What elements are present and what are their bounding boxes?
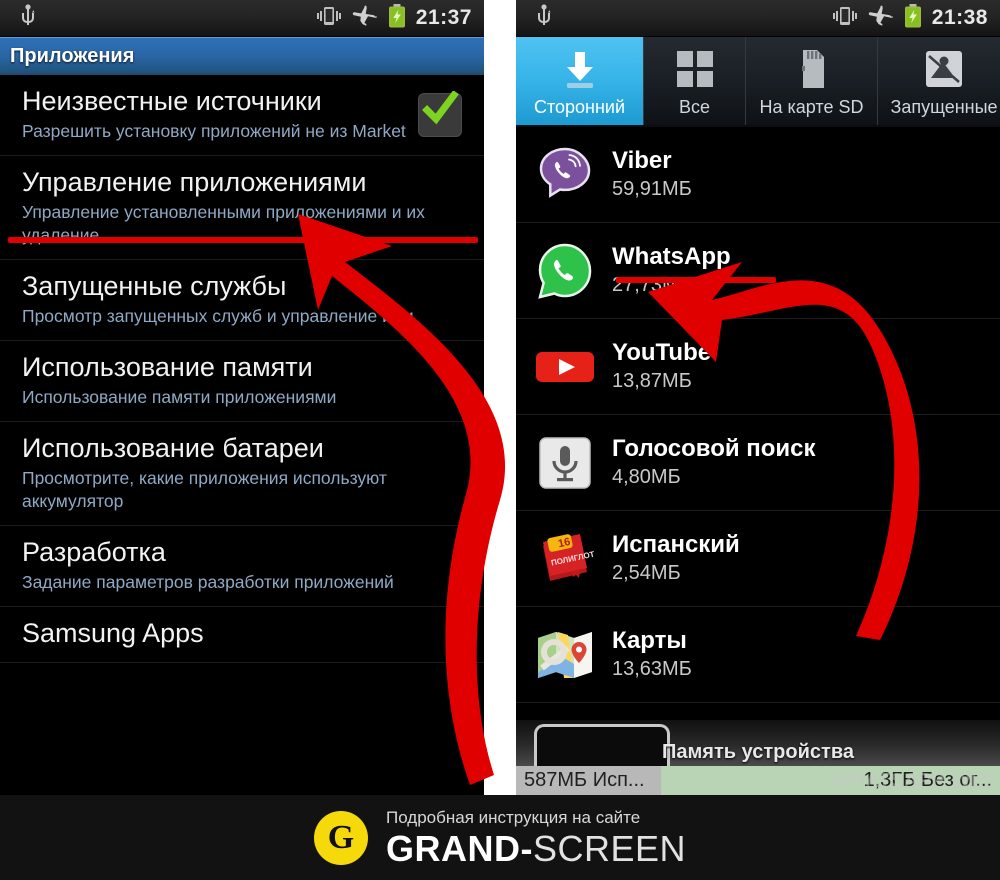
settings-list: Неизвестные источники Разрешить установк… (0, 75, 484, 663)
app-size: 4,80МБ (612, 466, 681, 488)
memory-used-segment: 587МБ Исп... (516, 766, 662, 795)
tab-downloaded[interactable]: Сторонний (516, 37, 644, 125)
battery-charging-icon (904, 3, 922, 33)
settings-row-subtitle: Использование памяти приложениями (22, 387, 337, 407)
banner-tagline: Подробная инструкция на сайте (385, 807, 641, 827)
app-name: Viber (612, 147, 672, 174)
microphone-icon (534, 432, 596, 494)
installed-apps-list: Viber 59,91МБ WhatsApp 27,73МБ YouTube 1… (516, 127, 1000, 703)
usb-icon (18, 3, 38, 33)
app-name: Карты (612, 627, 687, 654)
svg-text:16: 16 (557, 535, 571, 549)
settings-row-title: Использование памяти (22, 352, 313, 382)
app-size: 59,91МБ (612, 178, 692, 200)
right-status-bar: 21:38 (516, 0, 1000, 37)
app-size: 13,87МБ (612, 370, 692, 392)
tab-label: Сторонний (533, 97, 626, 117)
vibrate-icon (832, 5, 858, 32)
tab-all[interactable]: Все (644, 37, 746, 125)
app-name: Голосовой поиск (612, 435, 816, 462)
memory-label: Память устройства (662, 741, 854, 763)
watermark-text: WHATSAPP-WEB.RU (832, 770, 1000, 792)
app-size: 2,54МБ (612, 562, 681, 584)
airplane-mode-icon (868, 5, 894, 32)
page-title: Приложения (10, 44, 135, 67)
right-phone-screen: 21:38 Сторонний Все На карте SD Запущенн… (516, 0, 1000, 795)
usb-icon (534, 3, 554, 33)
status-bar-clock: 21:37 (415, 6, 472, 29)
banner-brand-bold: GRAND- (385, 827, 533, 869)
settings-row-samsung-apps[interactable]: Samsung Apps (0, 607, 484, 663)
settings-row-title: Запущенные службы (22, 271, 287, 301)
tab-label: Запущенные (890, 97, 998, 117)
airplane-mode-icon (352, 5, 378, 32)
app-filter-tabs: Сторонний Все На карте SD Запущенные (516, 37, 1000, 127)
settings-row-battery-usage[interactable]: Использование батареи Просмотрите, какие… (0, 422, 484, 526)
settings-row-title: Samsung Apps (22, 618, 204, 648)
settings-row-title: Управление приложениями (22, 167, 367, 197)
running-apps-icon (923, 45, 965, 93)
memory-used-label: 587МБ Исп... (524, 769, 645, 791)
poliglot-icon: 16 ПОЛИГЛОТ (534, 528, 596, 590)
settings-row-memory-usage[interactable]: Использование памяти Использование памят… (0, 341, 484, 422)
settings-row-development[interactable]: Разработка Задание параметров разработки… (0, 526, 484, 607)
settings-row-subtitle: Просмотр запущенных служб и управление и… (22, 306, 414, 326)
settings-row-unknown-sources[interactable]: Неизвестные источники Разрешить установк… (0, 75, 484, 156)
settings-row-title: Неизвестные источники (22, 86, 322, 116)
status-bar-left-icons (534, 0, 554, 36)
unknown-sources-checkbox[interactable] (418, 91, 462, 137)
banner-brand-light: SCREEN (532, 827, 686, 869)
tab-running[interactable]: Запущенные (878, 37, 1000, 125)
settings-row-subtitle: Разрешить установку приложений не из Mar… (22, 121, 406, 141)
app-row-whatsapp[interactable]: WhatsApp 27,73МБ (516, 223, 1000, 319)
whatsapp-icon (534, 240, 596, 302)
panel-divider (484, 0, 516, 795)
app-name: Испанский (612, 531, 740, 558)
app-row-spanish[interactable]: 16 ПОЛИГЛОТ Испанский 2,54МБ (516, 511, 1000, 607)
sdcard-icon (797, 45, 827, 93)
battery-charging-icon (388, 3, 406, 33)
status-bar-left-icons (18, 0, 38, 36)
settings-row-title: Разработка (22, 537, 166, 567)
status-bar-right-icons: 21:38 (832, 0, 988, 36)
app-name: WhatsApp (612, 243, 731, 270)
app-row-maps[interactable]: Карты 13,63МБ (516, 607, 1000, 703)
screenshot-root: 21:37 Приложения Неизвестные источники Р… (0, 0, 1000, 880)
grid-icon (675, 45, 715, 93)
viber-icon (534, 144, 596, 206)
tab-on-sd-card[interactable]: На карте SD (746, 37, 878, 125)
settings-row-manage-applications[interactable]: Управление приложениями Управление устан… (0, 156, 484, 260)
settings-row-running-services[interactable]: Запущенные службы Просмотр запущенных сл… (0, 260, 484, 341)
app-row-voice-search[interactable]: Голосовой поиск 4,80МБ (516, 415, 1000, 511)
settings-row-subtitle: Просмотрите, какие приложения используют… (22, 468, 387, 511)
left-phone-screen: 21:37 Приложения Неизвестные источники Р… (0, 0, 484, 795)
app-name: YouTube (612, 339, 712, 366)
settings-row-subtitle: Задание параметров разработки приложений (22, 572, 394, 592)
tab-label: Все (678, 97, 711, 117)
logo-letter: G (327, 818, 355, 856)
download-icon (558, 45, 602, 93)
site-banner: G Подробная инструкция на сайте GRAND-SC… (0, 795, 1000, 880)
tab-label: На карте SD (759, 97, 864, 117)
left-status-bar: 21:37 (0, 0, 484, 37)
left-title-bar: Приложения (0, 37, 484, 75)
app-row-youtube[interactable]: YouTube 13,87МБ (516, 319, 1000, 415)
grand-screen-logo-icon: G (313, 810, 368, 865)
settings-row-title: Использование батареи (22, 433, 324, 463)
app-row-viber[interactable]: Viber 59,91МБ (516, 127, 1000, 223)
app-size: 27,73МБ (612, 274, 692, 296)
vibrate-icon (316, 5, 342, 32)
settings-row-subtitle: Управление установленными приложениями и… (22, 202, 425, 245)
app-size: 13,63МБ (612, 658, 692, 680)
checkmark-icon (422, 91, 459, 125)
maps-icon (534, 624, 596, 686)
status-bar-clock: 21:38 (931, 6, 988, 29)
memory-header: Память устройства (516, 720, 1000, 766)
youtube-icon (534, 336, 596, 398)
status-bar-right-icons: 21:37 (316, 0, 472, 36)
